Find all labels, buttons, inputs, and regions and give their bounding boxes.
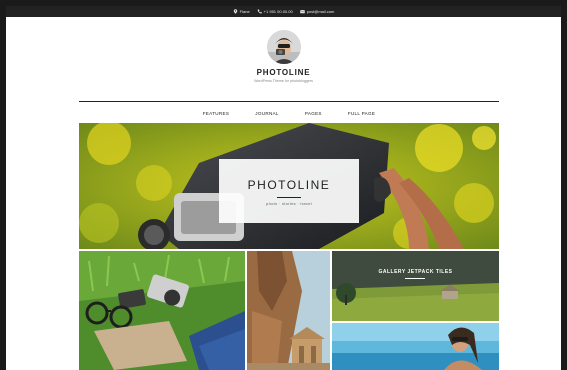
nav-item-features[interactable]: FEATURES	[203, 109, 230, 119]
gallery-tile-camera-grass[interactable]	[79, 251, 245, 370]
phone-item[interactable]: +1 951 00.00.00	[257, 9, 293, 14]
browser-viewport: Flane +1 951 00.00.00 post@mail.com PHOT…	[6, 6, 561, 370]
hero-title: PHOTOLINE	[247, 178, 331, 192]
gallery-tile-label: GALLERY JETPACK TILES	[378, 269, 453, 275]
map-pin-icon	[233, 9, 237, 14]
avatar[interactable]	[266, 30, 301, 64]
nav-item-journal[interactable]: JOURNAL	[255, 109, 279, 119]
main-navigation: FEATURES JOURNAL PAGES FULL PAGE	[79, 109, 499, 119]
site-branding: PHOTOLINE WordPress Theme for photoblogg…	[6, 30, 561, 83]
site-tagline: WordPress Theme for photobloggers	[254, 79, 313, 83]
nav-item-full-page[interactable]: FULL PAGE	[348, 109, 375, 119]
beach-woman-photo	[332, 323, 499, 370]
nav-divider	[79, 101, 499, 102]
email-item[interactable]: post@mail.com	[299, 8, 335, 14]
gallery-tile-temple[interactable]	[247, 251, 330, 370]
envelope-icon	[299, 9, 305, 14]
gallery-tile-divider	[405, 278, 425, 279]
gallery-tile-beach[interactable]	[332, 323, 499, 370]
field-photo	[332, 251, 499, 321]
temple-photo	[247, 251, 330, 370]
hero-subtitle: photo · stories · travel	[266, 201, 312, 206]
email-text: post@mail.com	[306, 8, 335, 14]
gallery-tile-field[interactable]: GALLERY JETPACK TILES	[332, 251, 499, 321]
location-item: Flane	[233, 9, 250, 14]
hero-caption-card[interactable]: PHOTOLINE photo · stories · travel	[219, 159, 359, 223]
nav-item-pages[interactable]: PAGES	[305, 109, 322, 119]
site-title[interactable]: PHOTOLINE	[6, 68, 561, 77]
hero-banner[interactable]: PHOTOLINE photo · stories · travel	[79, 123, 499, 249]
top-info-bar: Flane +1 951 00.00.00 post@mail.com	[6, 6, 561, 17]
hero-divider	[277, 197, 301, 198]
camera-on-grass-photo	[79, 251, 245, 370]
avatar-photo	[266, 30, 301, 64]
phone-icon	[257, 9, 262, 14]
location-text: Flane	[239, 8, 250, 14]
phone-text: +1 951 00.00.00	[263, 8, 293, 14]
